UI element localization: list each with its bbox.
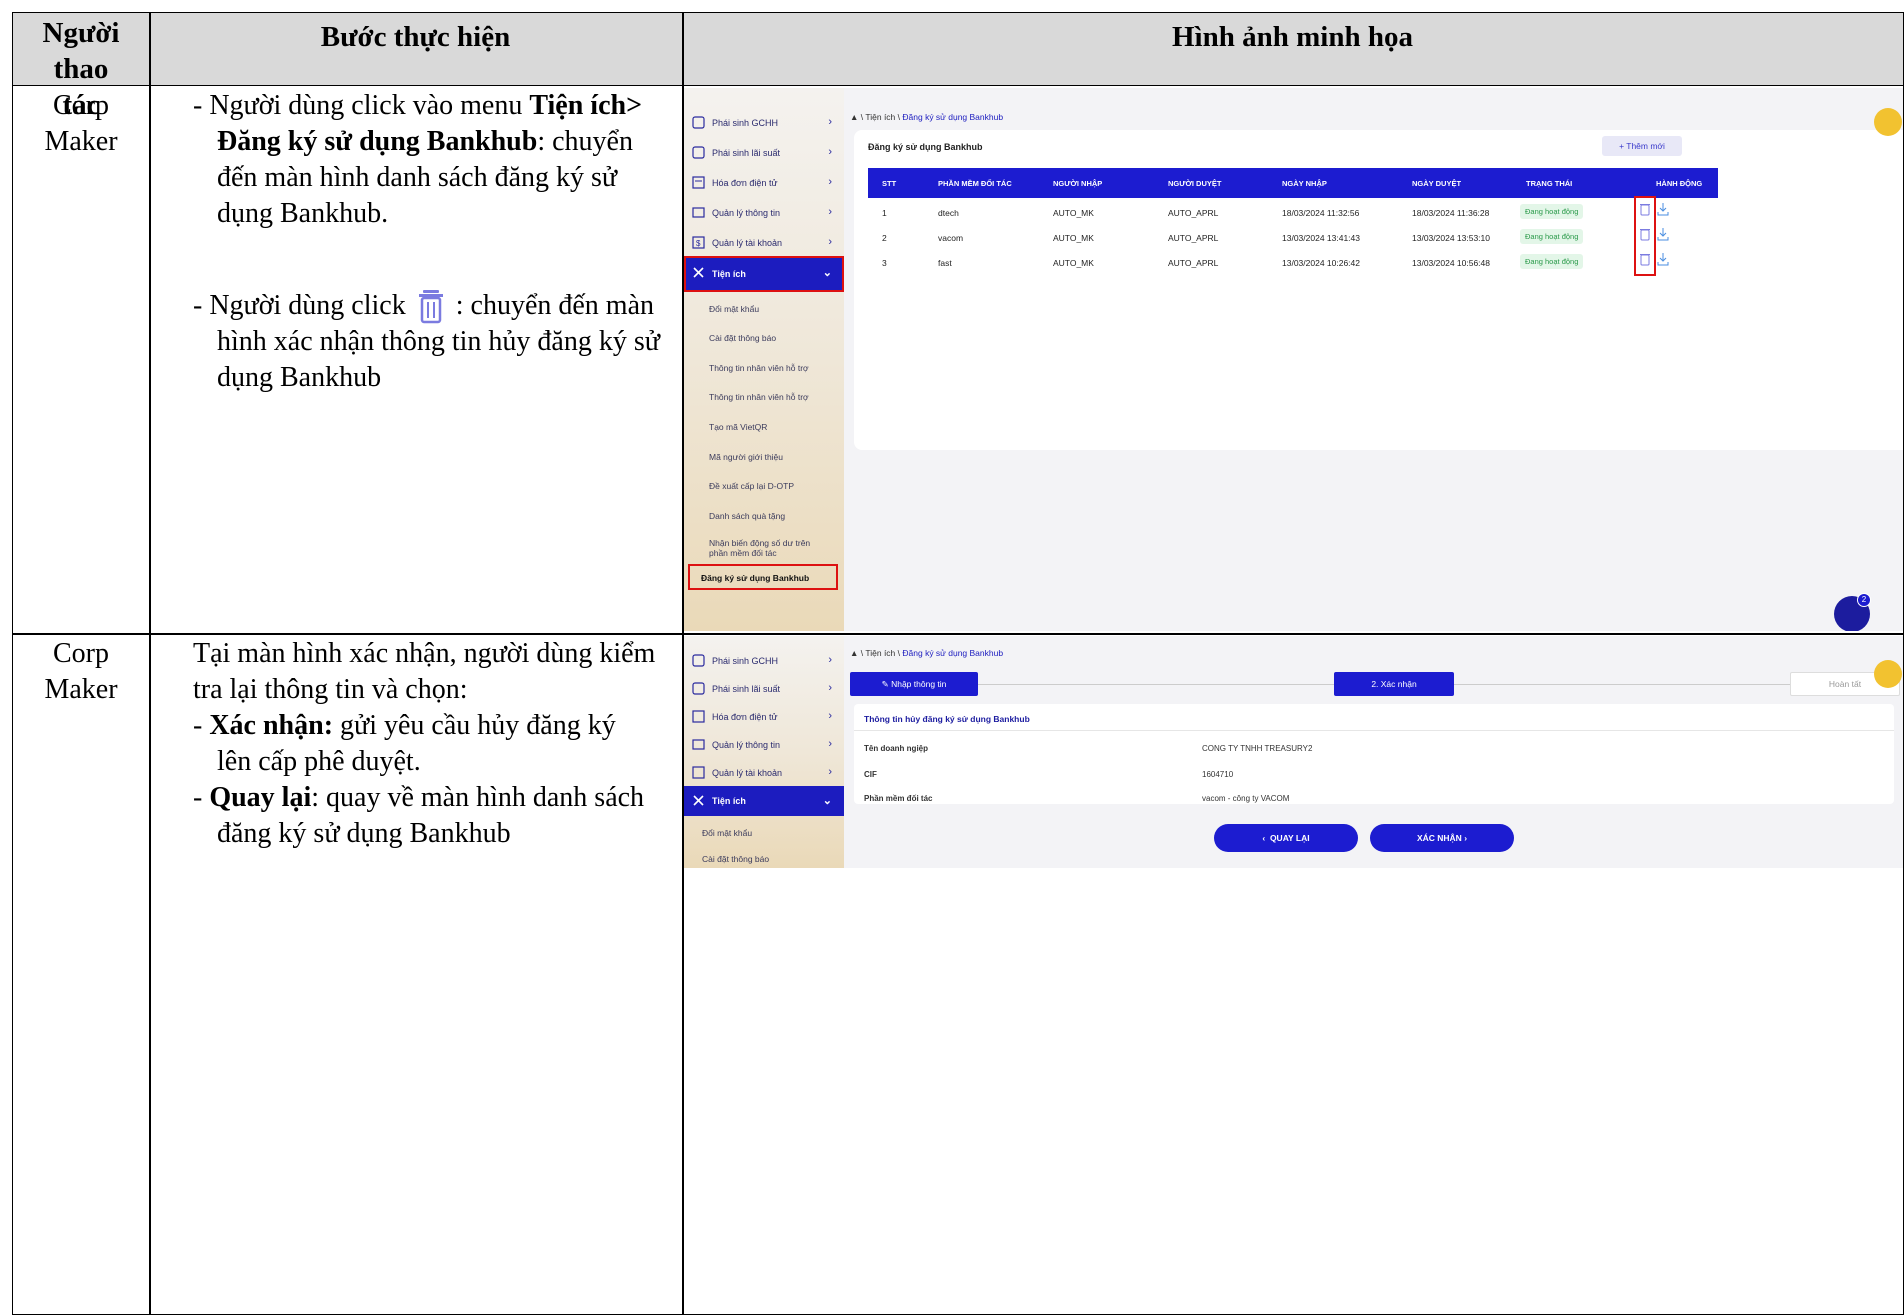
- chevron-right-icon: ›: [828, 710, 832, 722]
- confirm-button[interactable]: XÁC NHẬN ›: [1370, 824, 1514, 852]
- mascot-icon[interactable]: [1874, 108, 1902, 136]
- field-label: CIF: [864, 770, 877, 779]
- chevron-right-icon: ›: [828, 236, 832, 248]
- sidebar-item-account[interactable]: $ Quản lý tài khoản ›: [684, 228, 844, 258]
- row2-bullet-confirm: - Xác nhận: gửi yêu cầu hủy đăng ký lên …: [193, 710, 616, 777]
- field-value: 1604710: [1202, 770, 1234, 779]
- header-step: Bước thực hiện: [320, 21, 511, 53]
- home-icon[interactable]: ▲: [850, 648, 858, 658]
- derivative-icon: [692, 654, 705, 667]
- submenu-item[interactable]: Tạo mã VietQR: [709, 422, 839, 432]
- highlight-trash-column: [1634, 196, 1656, 276]
- screenshot-bankhub-list: Phái sinh GCHH › Phái sinh lãi suất › Hóa …: [684, 88, 1903, 631]
- breadcrumb: ▲ \ Tiện ích \ Đăng ký sử dụng Bankhub: [850, 112, 1004, 122]
- chevron-right-icon: ›: [828, 176, 832, 188]
- row2-bullet-back: - Quay lại: quay về màn hình danh sách đ…: [193, 782, 645, 849]
- chevron-right-icon: ›: [828, 738, 832, 750]
- submenu-item[interactable]: Thông tin nhân viên hỗ trợ: [709, 392, 839, 402]
- field-label: Phần mềm đối tác: [864, 794, 933, 803]
- submenu-item[interactable]: Nhận biến động số dư trên phần mềm đối t…: [709, 538, 827, 558]
- back-button[interactable]: ‹ QUAY LẠI: [1214, 824, 1358, 852]
- screenshot-confirm: Phái sinh GCHH › Phái sinh lãi suất › Hóa …: [684, 636, 1903, 868]
- field-label: Tên doanh ngiệp: [864, 744, 928, 753]
- table-row: 1 dtech AUTO_MK AUTO_APRL 18/03/2024 11:…: [868, 204, 1718, 236]
- sidebar-item-info[interactable]: Quản lý thông tin ›: [684, 198, 844, 228]
- submenu-item[interactable]: Cài đặt thông báo: [702, 854, 832, 864]
- home-icon[interactable]: ▲: [850, 112, 858, 122]
- status-badge: Đang hoạt động: [1520, 204, 1584, 219]
- derivative-icon: [692, 116, 705, 129]
- row1-step-1: - Người dùng click vào menu Tiện ích> Đă…: [193, 90, 643, 229]
- list-card: Đăng ký sử dụng Bankhub + Thêm mới STT P…: [854, 130, 1903, 450]
- table-row: 2 vacom AUTO_MK AUTO_APRL 13/03/2024 13:…: [868, 229, 1718, 261]
- chevron-right-icon: ›: [828, 206, 832, 218]
- invoice-icon: [692, 710, 705, 723]
- info-management-icon: [692, 739, 705, 750]
- sidebar: Phái sinh GCHH › Phái sinh lãi suất › Hóa …: [684, 88, 844, 631]
- submenu-item[interactable]: Thông tin nhân viên hỗ trợ: [709, 363, 839, 373]
- chevron-right-icon: ›: [828, 654, 832, 666]
- breadcrumb: ▲ \ Tiện ích \ Đăng ký sử dụng Bankhub: [850, 648, 1004, 658]
- download-icon[interactable]: [1656, 227, 1670, 241]
- step-input[interactable]: ✎ Nhập thông tin: [850, 672, 978, 696]
- invoice-icon: [692, 176, 705, 189]
- sidebar-item-gchh[interactable]: Phái sinh GCHH ›: [684, 108, 844, 138]
- confirm-card: Thông tin hủy đăng ký sử dụng Bankhub Tê…: [854, 704, 1894, 804]
- sidebar-item-interest[interactable]: Phái sinh lãi suất ›: [684, 138, 844, 168]
- header-illustration: Hình ảnh minh họa: [1172, 21, 1413, 53]
- chevron-right-icon: ›: [828, 116, 832, 128]
- mascot-icon[interactable]: [1874, 660, 1902, 688]
- sidebar-item-invoice[interactable]: Hóa đơn điện tử ›: [684, 168, 844, 198]
- header-actor: Người thao tác: [42, 17, 120, 121]
- derivative-icon: [692, 682, 705, 695]
- table-header-row: STT PHẦN MỀM ĐỐI TÁC NGƯỜI NHẬP NGƯỜI DU…: [868, 168, 1718, 198]
- table-row: 3 fast AUTO_MK AUTO_APRL 13/03/2024 10:2…: [868, 254, 1718, 286]
- chevron-right-icon: ›: [828, 766, 832, 778]
- instruction-table: Người thao tác Bước thực hiện Hình ảnh m…: [12, 12, 1904, 1315]
- submenu-item[interactable]: Danh sách quà tặng: [709, 511, 839, 521]
- trash-icon: [418, 290, 443, 324]
- account-icon: $: [692, 236, 705, 249]
- download-icon[interactable]: [1656, 252, 1670, 266]
- notification-badge: 2: [1857, 593, 1871, 607]
- sidebar-item-gchh[interactable]: Phái sinh GCHH ›: [684, 646, 844, 676]
- row1-actor: Corp Maker: [44, 90, 118, 157]
- submenu-item[interactable]: Đề xuất cấp lại D-OTP: [709, 481, 839, 491]
- svg-text:$: $: [696, 239, 701, 248]
- sidebar-item-invoice[interactable]: Hóa đơn điện tử ›: [684, 702, 844, 732]
- account-icon: [692, 766, 705, 779]
- row2-intro: Tại màn hình xác nhận, người dùng kiểm t…: [193, 638, 656, 705]
- sidebar-item-interest[interactable]: Phái sinh lãi suất ›: [684, 674, 844, 704]
- sidebar-item-info[interactable]: Quản lý thông tin ›: [684, 730, 844, 760]
- submenu-item[interactable]: Đổi mật khẩu: [709, 304, 839, 314]
- status-badge: Đang hoạt động: [1520, 229, 1584, 244]
- sidebar-item-account[interactable]: Quản lý tài khoản ›: [684, 758, 844, 788]
- submenu-item[interactable]: Mã người giới thiệu: [709, 452, 839, 462]
- chevron-down-icon: ⌄: [822, 795, 832, 807]
- derivative-icon: [692, 146, 705, 159]
- card-title: Đăng ký sử dụng Bankhub: [868, 142, 983, 152]
- step-confirm: 2. Xác nhận: [1334, 672, 1454, 696]
- highlight-utilities: [684, 256, 844, 292]
- chevron-right-icon: ›: [1461, 833, 1468, 843]
- card-title: Thông tin hủy đăng ký sử dụng Bankhub: [864, 714, 1030, 724]
- row1-step-2: - Người dùng click : chuyển đến màn hình…: [193, 290, 660, 393]
- download-icon[interactable]: [1656, 202, 1670, 216]
- submenu-item[interactable]: Cài đặt thông báo: [709, 333, 839, 343]
- status-badge: Đang hoạt động: [1520, 254, 1584, 269]
- sidebar-item-utilities[interactable]: Tiện ích ⌄: [684, 786, 844, 816]
- row2-actor: Corp Maker: [44, 638, 118, 705]
- sidebar: Phái sinh GCHH › Phái sinh lãi suất › Hóa …: [684, 636, 844, 868]
- field-value: CONG TY TNHH TREASURY2: [1202, 744, 1313, 753]
- pencil-icon: ✎: [881, 678, 892, 689]
- tools-icon: [693, 795, 704, 806]
- field-value: vacom - công ty VACOM: [1202, 794, 1290, 803]
- highlight-bankhub: [688, 564, 838, 590]
- submenu-item[interactable]: Đổi mật khẩu: [702, 828, 832, 838]
- chevron-right-icon: ›: [828, 682, 832, 694]
- add-new-button[interactable]: + Thêm mới: [1602, 136, 1682, 156]
- chevron-left-icon: ‹: [1262, 833, 1270, 843]
- info-management-icon: [692, 207, 705, 218]
- chevron-right-icon: ›: [828, 146, 832, 158]
